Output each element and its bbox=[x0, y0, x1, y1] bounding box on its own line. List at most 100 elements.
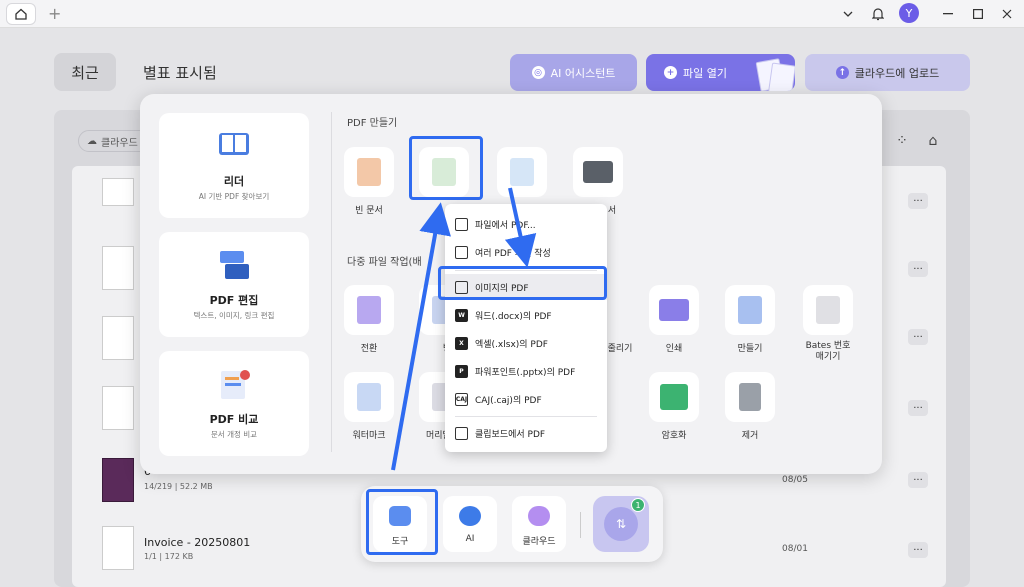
dock-cloud[interactable]: 클라우드 bbox=[512, 496, 566, 552]
batch-heading: 다중 파일 작업(배 bbox=[347, 257, 422, 268]
sync-icon: ⇅ bbox=[604, 507, 638, 541]
more-options-button[interactable]: ··· bbox=[908, 329, 928, 345]
grid-view-icon[interactable]: ⁘ bbox=[893, 132, 911, 150]
compare-icon bbox=[221, 370, 250, 399]
ai-assistant-label: AI 어시스턴트 bbox=[550, 66, 616, 80]
file-date: 08/05 bbox=[782, 475, 808, 485]
file-meta: 1/1 | 172 KB bbox=[144, 552, 194, 561]
tab-recent[interactable]: 최근 bbox=[54, 53, 116, 91]
watermark-tool[interactable]: 워터마크 bbox=[341, 372, 397, 441]
file-thumbnail bbox=[102, 526, 134, 570]
create-tool[interactable]: 만들기 bbox=[722, 285, 778, 354]
reader-subtitle: AI 기반 PDF 찾아보기 bbox=[198, 192, 270, 201]
remove-tool[interactable]: 제거 bbox=[722, 372, 778, 441]
menu-item-clipboard-to-pdf[interactable]: 클립보드에서 PDF bbox=[445, 420, 607, 446]
bates-icon bbox=[816, 296, 840, 324]
divider bbox=[331, 112, 332, 452]
create-doc-icon bbox=[738, 296, 762, 324]
clipboard-icon bbox=[455, 426, 468, 440]
cloud-icon: ☁ bbox=[87, 135, 97, 147]
create-label: 만들기 bbox=[737, 344, 763, 354]
remove-label: 제거 bbox=[741, 431, 759, 441]
pdf-compare-subtitle: 문서 개정 비교 bbox=[210, 430, 258, 439]
menu-item-ppt-to-pdf[interactable]: P 파워포인트(.pptx)의 PDF bbox=[445, 358, 607, 384]
menu-item-from-file[interactable]: 파일에서 PDF... bbox=[445, 211, 607, 237]
menu-item-multiple-files[interactable]: 여러 PDF 파일 작성 bbox=[445, 239, 607, 265]
convert-label: 전환 bbox=[360, 344, 378, 354]
pdf-compare-card[interactable]: PDF 비교 문서 개정 비교 bbox=[159, 351, 309, 456]
avatar[interactable]: Y bbox=[899, 3, 919, 23]
menu-separator bbox=[455, 416, 597, 417]
upload-cloud-button[interactable]: ↑ 클라우드에 업로드 bbox=[805, 54, 970, 91]
copy-icon bbox=[455, 245, 468, 259]
file-date: 08/01 bbox=[782, 544, 808, 554]
bates-number-tool[interactable]: Bates 번호 매기기 bbox=[800, 285, 856, 363]
open-file-button[interactable]: + 파일 열기 bbox=[646, 54, 795, 91]
open-file-label: 파일 열기 bbox=[683, 66, 727, 80]
title-bar: + Y bbox=[0, 0, 1024, 28]
edit-text-icon bbox=[220, 251, 249, 279]
home-tab[interactable] bbox=[6, 3, 36, 25]
lock-icon bbox=[660, 384, 688, 410]
file-thumbnail bbox=[102, 178, 134, 206]
chevron-down-icon[interactable] bbox=[837, 4, 859, 24]
more-options-button[interactable]: ··· bbox=[908, 472, 928, 488]
encrypt-label: 암호화 bbox=[661, 431, 687, 441]
folder-icon bbox=[455, 217, 468, 231]
menu-item-label: CAJ(.caj)의 PDF bbox=[475, 395, 542, 406]
watermark-label: 워터마크 bbox=[352, 431, 386, 441]
highlight-tools bbox=[366, 489, 438, 555]
convert-icon bbox=[357, 296, 381, 324]
menu-item-word-to-pdf[interactable]: W 워드(.docx)의 PDF bbox=[445, 302, 607, 328]
blank-doc-icon bbox=[357, 158, 381, 186]
powerpoint-icon: P bbox=[455, 364, 468, 378]
menu-item-label: 워드(.docx)의 PDF bbox=[475, 311, 552, 322]
reader-card[interactable]: 리더 AI 기반 PDF 찾아보기 bbox=[159, 113, 309, 218]
encrypt-tool[interactable]: 암호화 bbox=[646, 372, 702, 441]
reader-title: 리더 bbox=[223, 175, 245, 188]
excel-icon: X bbox=[455, 336, 468, 350]
upload-icon: ↑ bbox=[835, 66, 849, 79]
file-thumbnail bbox=[102, 316, 134, 360]
book-icon bbox=[219, 133, 249, 155]
menu-item-caj-to-pdf[interactable]: CAJ CAJ(.caj)의 PDF bbox=[445, 386, 607, 412]
dock-ai[interactable]: AI bbox=[443, 496, 497, 552]
close-icon[interactable] bbox=[996, 4, 1018, 24]
more-options-button[interactable]: ··· bbox=[908, 261, 928, 277]
paper-decoration bbox=[768, 62, 795, 91]
maximize-icon[interactable] bbox=[967, 4, 989, 24]
dock-ai-label: AI bbox=[465, 534, 475, 544]
print-tool[interactable]: 인쇄 bbox=[646, 285, 702, 354]
minimize-icon[interactable] bbox=[937, 4, 959, 24]
sync-badge: 1 bbox=[631, 498, 645, 512]
blank-document-tool[interactable]: 빈 문서 bbox=[341, 147, 397, 216]
ai-icon: ◎ bbox=[531, 66, 545, 79]
cloud-icon bbox=[528, 506, 550, 526]
more-options-button[interactable]: ··· bbox=[908, 542, 928, 558]
file-name: Invoice - 20250801 bbox=[144, 536, 251, 549]
pdf-edit-subtitle: 텍스트, 이미지, 링크 편집 bbox=[193, 311, 275, 320]
word-icon: W bbox=[455, 308, 468, 322]
notification-bell-icon[interactable] bbox=[867, 4, 889, 24]
more-options-button[interactable]: ··· bbox=[908, 193, 928, 209]
new-tab-button[interactable]: + bbox=[48, 4, 61, 23]
home-icon bbox=[15, 8, 27, 20]
convert-tool[interactable]: 전환 bbox=[341, 285, 397, 354]
plus-icon: + bbox=[664, 66, 677, 79]
from-scanner-tool[interactable] bbox=[494, 147, 550, 197]
dock-cloud-label: 클라우드 bbox=[522, 537, 556, 547]
more-options-button[interactable]: ··· bbox=[908, 400, 928, 416]
cloud-filter-label: 클라우드 bbox=[101, 137, 138, 149]
highlight-image-to-pdf bbox=[438, 266, 607, 300]
pdf-edit-title: PDF 편집 bbox=[209, 294, 259, 307]
ai-assistant-button[interactable]: ◎ AI 어시스턴트 bbox=[510, 54, 637, 91]
tab-starred[interactable]: 별표 표시됨 bbox=[143, 62, 217, 83]
trash-icon bbox=[739, 383, 761, 411]
menu-item-label: 파워포인트(.pptx)의 PDF bbox=[475, 367, 576, 378]
pdf-compare-title: PDF 비교 bbox=[209, 413, 259, 426]
blank-document-label: 빈 문서 bbox=[355, 206, 383, 216]
pdf-edit-card[interactable]: PDF 편집 텍스트, 이미지, 링크 편집 bbox=[159, 232, 309, 337]
clean-icon[interactable]: ⌂ bbox=[924, 132, 942, 150]
caj-icon: CAJ bbox=[455, 392, 468, 406]
menu-item-excel-to-pdf[interactable]: X 엑셀(.xlsx)의 PDF bbox=[445, 330, 607, 356]
